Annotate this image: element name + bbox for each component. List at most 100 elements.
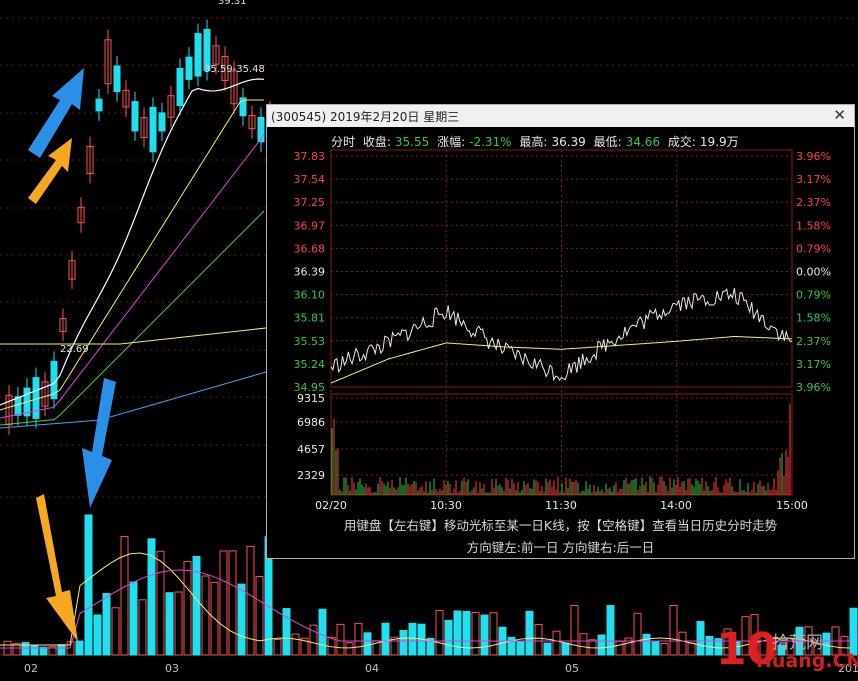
price-tick: 37.25: [294, 196, 326, 209]
volume-bar: [705, 635, 714, 656]
volume-bar: [543, 642, 552, 656]
pct-tick: 3.17%: [796, 173, 831, 186]
volume-bar: [354, 622, 363, 656]
price-tick: 37.83: [294, 150, 326, 163]
annotation-high: 39.31: [218, 0, 247, 7]
price-tick: 36.39: [294, 266, 326, 279]
xaxis-label: 05: [565, 662, 579, 675]
volume-bar: [444, 619, 453, 656]
candle-body: [131, 101, 139, 132]
volume-bar: [129, 581, 138, 656]
volume-bar: [318, 608, 327, 656]
volume-bar: [696, 620, 705, 656]
volume-bar: [336, 623, 345, 656]
xaxis-label: 02: [24, 662, 38, 675]
volume-bar: [228, 550, 237, 656]
xaxis-label: 03: [165, 662, 179, 675]
volume-bar: [552, 630, 561, 656]
candle-body: [149, 106, 157, 153]
pct-tick: 2.37%: [796, 335, 831, 348]
volume-bar: [111, 607, 120, 656]
volume-bar: [183, 560, 192, 656]
price-tick: 36.68: [294, 242, 326, 255]
blue-arrow-down: [82, 378, 116, 508]
candle-body: [14, 396, 22, 416]
volume-bar: [579, 633, 588, 656]
volume-tick: 2329: [297, 469, 325, 482]
volume-tick: 9315: [297, 392, 325, 405]
volume-bar: [660, 643, 669, 656]
ma30-line: [0, 210, 265, 426]
volume-bar: [516, 640, 525, 656]
volume-bar: [453, 610, 462, 656]
volume-bar: [633, 612, 642, 656]
volume-bar: [174, 591, 183, 656]
time-tick: 14:00: [660, 499, 692, 512]
pct-tick: 3.96%: [796, 150, 831, 163]
volume-bar: [480, 614, 489, 656]
volume-bar: [273, 639, 282, 656]
pct-tick: 3.96%: [796, 381, 831, 394]
volume-bar: [363, 632, 372, 656]
pct-tick: 0.00%: [796, 266, 831, 279]
orange-arrow-down: [36, 494, 78, 642]
time-tick: 15:00: [776, 499, 808, 512]
intraday-chart[interactable]: 37.83 3.96% 37.54 3.17% 37.25 2.37% 36.97 1.58%…: [267, 145, 854, 515]
candle-body: [176, 67, 184, 107]
pct-tick: 1.58%: [796, 219, 831, 232]
volume-bar: [561, 642, 570, 656]
price-tick: 36.97: [294, 219, 326, 232]
time-tick: 10:30: [430, 499, 462, 512]
volume-bar: [255, 576, 264, 656]
price-tick: 35.81: [294, 312, 326, 325]
candle-body: [113, 65, 121, 93]
volume-bar: [525, 610, 534, 656]
candle-body: [194, 33, 202, 77]
volume-bar: [345, 642, 354, 656]
site-watermark-logo: 10 拾荒网 Huang.CN: [716, 624, 858, 676]
volume-bar: [84, 514, 93, 656]
candle-body: [32, 377, 40, 419]
volume-bar: [201, 575, 210, 656]
time-tick: 11:30: [545, 499, 577, 512]
annotation-range: 35.59-35.48: [204, 64, 265, 75]
volume-bar: [399, 630, 408, 656]
pct-tick: 0.79%: [796, 242, 831, 255]
volume-bar: [570, 605, 579, 656]
volume-bar: [597, 634, 606, 656]
keyboard-hint: 用键盘【左右键】移动光标至某一日K线，按【空格键】查看当日历史分时走势: [343, 518, 778, 533]
watermark-en: Huang.CN: [756, 650, 858, 672]
candle-body: [185, 56, 193, 80]
candle-body: [95, 98, 103, 112]
volume-bar: [219, 550, 228, 656]
price-tick: 35.24: [294, 358, 326, 371]
candle-body: [158, 112, 166, 132]
volume-tick: 4657: [297, 443, 325, 456]
volume-bar: [435, 610, 444, 656]
popup-titlebar[interactable]: (300545) 2019年2月20日 星期三 ✕: [267, 105, 854, 127]
volume-bar: [102, 593, 111, 656]
volume-bar: [651, 641, 660, 656]
volume-tick: 6986: [297, 416, 325, 429]
xaxis-label: 04: [365, 662, 379, 675]
intraday-popup-window[interactable]: (300545) 2019年2月20日 星期三 ✕ 分时 收盘: 35.55 涨幅…: [266, 104, 855, 559]
volume-bar: [642, 633, 651, 656]
ma120-line: [0, 371, 267, 429]
volume-bar: [534, 623, 543, 656]
price-tick: 37.54: [294, 173, 326, 186]
volume-bar: [75, 640, 84, 656]
volume-bar: [21, 642, 30, 656]
close-icon[interactable]: ✕: [833, 106, 846, 124]
volume-bar: [678, 631, 687, 656]
annotation-low: 22.69: [60, 344, 89, 355]
volume-bar: [462, 610, 471, 656]
popup-title: (300545) 2019年2月20日 星期三: [271, 110, 460, 124]
volume-bar: [687, 642, 696, 656]
volume-bar: [57, 644, 66, 656]
volume-bar: [93, 614, 102, 656]
volume-bar: [408, 622, 417, 656]
volume-bar: [489, 612, 498, 656]
ma20-line: [0, 134, 265, 419]
price-tick: 35.53: [294, 335, 326, 348]
time-tick: 02/20: [315, 499, 347, 512]
